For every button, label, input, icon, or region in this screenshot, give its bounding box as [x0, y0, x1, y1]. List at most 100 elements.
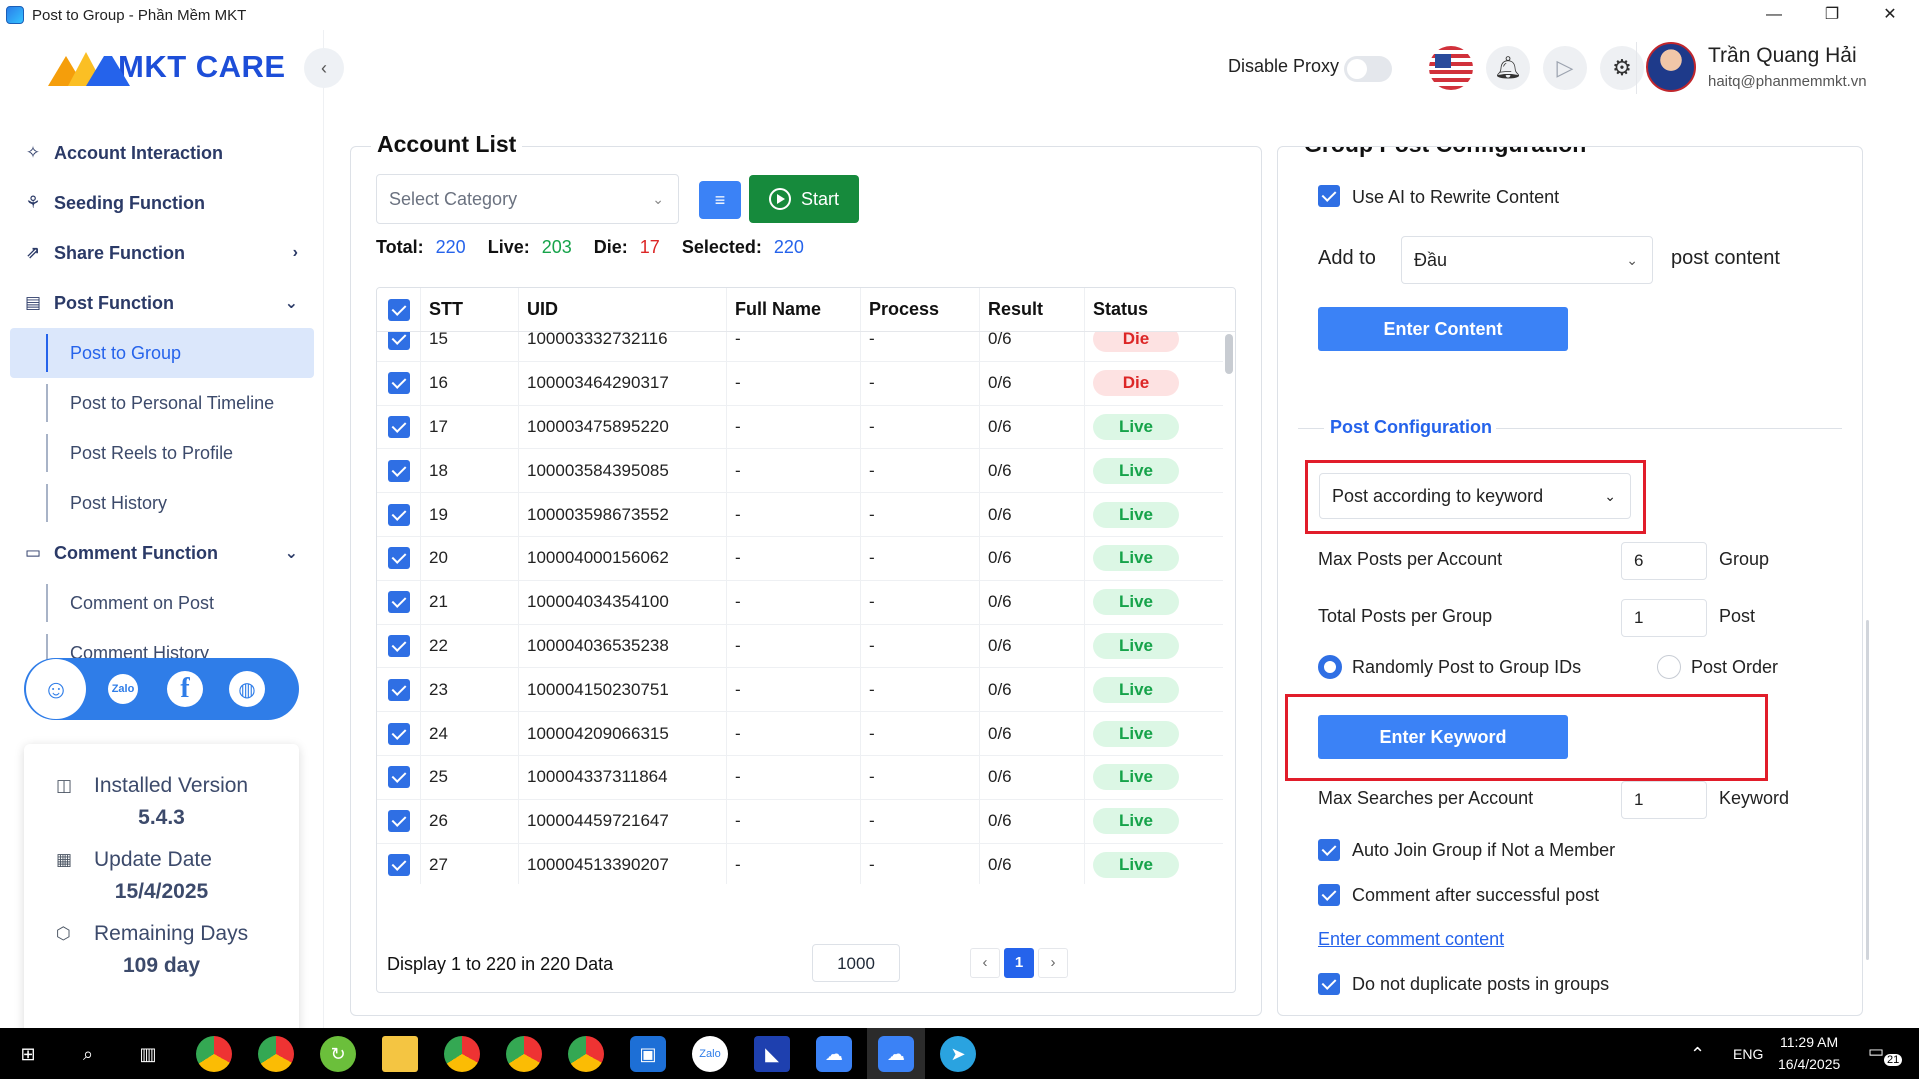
close-button[interactable]: ✕: [1861, 0, 1919, 30]
sidebar-item-comment-on-post[interactable]: Comment on Post: [0, 578, 324, 628]
app-icon[interactable]: ↻: [320, 1036, 356, 1072]
show-hidden-icons[interactable]: ⌃: [1690, 1044, 1705, 1065]
column-header[interactable]: Full Name: [727, 288, 861, 331]
chrome-icon[interactable]: [568, 1036, 604, 1072]
row-checkbox[interactable]: [387, 372, 410, 395]
table-row[interactable]: 17 100003475895220- -0/6 Live: [377, 405, 1223, 450]
row-checkbox[interactable]: [387, 766, 410, 789]
sidebar-item-post-history[interactable]: Post History: [0, 478, 324, 528]
add-to-select[interactable]: Đầu ⌄: [1401, 236, 1653, 284]
table-row[interactable]: 24 100004209066315- -0/6 Live: [377, 712, 1223, 756]
row-checkbox[interactable]: [387, 415, 410, 438]
column-header[interactable]: Process: [861, 288, 980, 331]
config-scrollbar[interactable]: [1866, 620, 1869, 960]
column-header[interactable]: Result: [980, 288, 1085, 331]
table-scrollbar[interactable]: [1225, 334, 1233, 374]
enter-content-button[interactable]: Enter Content: [1318, 307, 1568, 351]
row-checkbox[interactable]: [387, 591, 410, 614]
notification-icon[interactable]: ▭: [1868, 1042, 1884, 1062]
chrome-icon[interactable]: [506, 1036, 542, 1072]
search-icon[interactable]: ⌕: [70, 1036, 106, 1072]
sidebar-item-post-function[interactable]: ▤ Post Function ⌄: [0, 278, 324, 328]
no-duplicate-checkbox[interactable]: [1318, 973, 1340, 995]
support-chat-icon[interactable]: ☺: [26, 659, 86, 719]
prev-page-button[interactable]: ‹: [970, 948, 1000, 978]
use-ai-checkbox[interactable]: [1318, 185, 1340, 207]
start-button[interactable]: Start: [749, 175, 859, 223]
table-row[interactable]: 16 100003464290317- -0/6 Die: [377, 361, 1223, 406]
clock-date[interactable]: 16/4/2025: [1778, 1056, 1840, 1072]
language-indicator[interactable]: ENG: [1733, 1046, 1763, 1062]
sidebar-item-post-to-personal-timeline[interactable]: Post to Personal Timeline: [0, 378, 324, 428]
collapse-sidebar-button[interactable]: ‹: [304, 48, 344, 88]
version-icon: ◫: [56, 776, 73, 795]
cell-uid: 100004036535238: [519, 624, 727, 668]
row-checkbox[interactable]: [387, 853, 410, 876]
table-row[interactable]: 25 100004337311864- -0/6 Live: [377, 755, 1223, 800]
us-flag-icon[interactable]: [1429, 46, 1473, 90]
bell-icon[interactable]: 🔔︎: [1486, 46, 1530, 90]
sidebar-item-post-to-group[interactable]: Post to Group: [10, 328, 314, 378]
sidebar-item-seeding-function[interactable]: ⚘ Seeding Function: [0, 178, 324, 228]
app-icon[interactable]: ◣: [754, 1036, 790, 1072]
post-order-radio[interactable]: [1657, 655, 1681, 679]
page-size-input[interactable]: 1000: [812, 944, 900, 982]
maximize-button[interactable]: ❐: [1803, 0, 1861, 30]
sidebar-item-share-function[interactable]: ⇗ Share Function ›: [0, 228, 324, 278]
sidebar-item-comment-function[interactable]: ▭ Comment Function ⌄: [0, 528, 324, 578]
zalo-icon[interactable]: Zalo: [98, 664, 148, 714]
random-post-radio[interactable]: [1318, 655, 1342, 679]
table-row[interactable]: 18 100003584395085- -0/6 Live: [377, 449, 1223, 494]
row-checkbox[interactable]: [387, 810, 410, 833]
sidebar-item-account-interaction[interactable]: ✧ Account Interaction: [0, 128, 324, 178]
gear-icon[interactable]: ⚙: [1600, 46, 1644, 90]
filter-button[interactable]: ≡: [699, 181, 741, 219]
table-row[interactable]: 27 100004513390207- -0/6 Live: [377, 843, 1223, 884]
table-row[interactable]: 22 100004036535238- -0/6 Live: [377, 624, 1223, 669]
remote-desktop-icon[interactable]: ▣: [630, 1036, 666, 1072]
disable-proxy-toggle[interactable]: [1344, 56, 1392, 82]
chevron-down-icon: ⌄: [652, 191, 664, 207]
table-row[interactable]: 23 100004150230751- -0/6 Live: [377, 668, 1223, 713]
avatar[interactable]: [1646, 42, 1696, 92]
row-checkbox[interactable]: [387, 547, 410, 570]
column-header[interactable]: STT: [421, 288, 519, 331]
minimize-button[interactable]: —: [1745, 0, 1803, 30]
task-view-icon[interactable]: ▥: [130, 1036, 166, 1072]
max-posts-input[interactable]: 6: [1621, 542, 1707, 580]
sidebar-item-post-reels-to-profile[interactable]: Post Reels to Profile: [0, 428, 324, 478]
globe-icon[interactable]: ◍: [222, 664, 272, 714]
mkt-care-icon[interactable]: ☁: [878, 1036, 914, 1072]
column-header[interactable]: Status: [1085, 288, 1223, 331]
folder-icon[interactable]: [382, 1036, 418, 1072]
table-row[interactable]: 21 100004034354100- -0/6 Live: [377, 580, 1223, 625]
next-page-button[interactable]: ›: [1038, 948, 1068, 978]
row-checkbox[interactable]: [387, 678, 410, 701]
max-searches-input[interactable]: 1: [1621, 781, 1707, 819]
total-posts-input[interactable]: 1: [1621, 599, 1707, 637]
enter-comment-link[interactable]: Enter comment content: [1318, 929, 1504, 950]
row-checkbox[interactable]: [387, 722, 410, 745]
auto-join-checkbox[interactable]: [1318, 839, 1340, 861]
chrome-icon[interactable]: [444, 1036, 480, 1072]
page-1-button[interactable]: 1: [1004, 948, 1034, 978]
category-select[interactable]: Select Category ⌄: [376, 174, 679, 224]
chrome-icon[interactable]: [258, 1036, 294, 1072]
telegram-icon[interactable]: ➤: [940, 1036, 976, 1072]
zalo-icon[interactable]: Zalo: [692, 1036, 728, 1072]
row-checkbox[interactable]: [387, 634, 410, 657]
select-all-checkbox[interactable]: [387, 298, 410, 321]
column-header[interactable]: UID: [519, 288, 727, 331]
comment-after-checkbox[interactable]: [1318, 884, 1340, 906]
table-row[interactable]: 26 100004459721647- -0/6 Live: [377, 799, 1223, 844]
table-row[interactable]: 19 100003598673552- -0/6 Live: [377, 493, 1223, 537]
facebook-icon[interactable]: f: [160, 664, 210, 714]
table-row[interactable]: 20 100004000156062- -0/6 Live: [377, 536, 1223, 581]
clock-time[interactable]: 11:29 AM: [1780, 1034, 1838, 1050]
play-icon[interactable]: ▷: [1543, 46, 1587, 90]
windows-start-icon[interactable]: ⊞: [10, 1036, 46, 1072]
chrome-icon[interactable]: [196, 1036, 232, 1072]
row-checkbox[interactable]: [387, 503, 410, 526]
row-checkbox[interactable]: [387, 459, 410, 482]
mkt-app-icon[interactable]: ☁: [816, 1036, 852, 1072]
